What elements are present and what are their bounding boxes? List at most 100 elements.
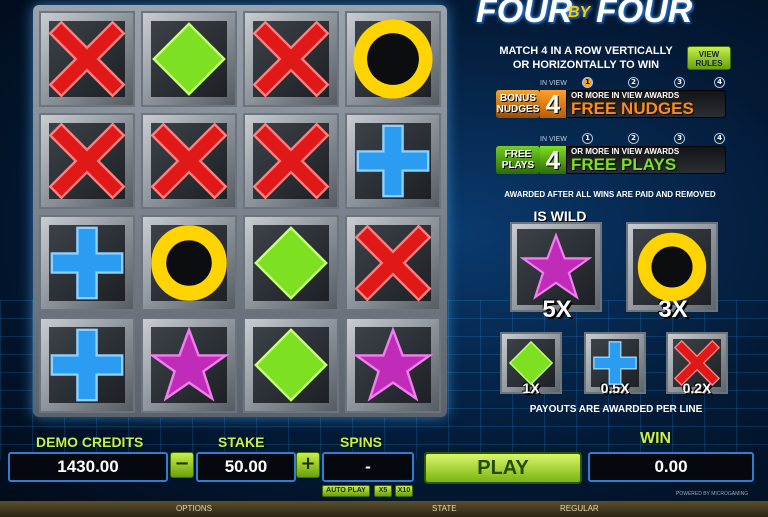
stake-increase-button[interactable]: + <box>296 452 320 478</box>
stake-label: STAKE <box>218 434 265 450</box>
spins-label: SPINS <box>340 434 383 450</box>
badge-line-1: BONUS <box>499 93 537 104</box>
stake-decrease-button[interactable]: − <box>170 452 194 478</box>
view-rules-button[interactable]: VIEW RULES <box>687 46 731 70</box>
nudges-count: 4 <box>540 90 566 118</box>
position-dot-1: 1 <box>582 133 593 144</box>
paytable-diamond <box>500 332 562 394</box>
view-rules-line-1: VIEW <box>698 50 720 59</box>
badge-line-2: NUDGES <box>496 104 540 115</box>
reel-cell-x <box>345 215 441 311</box>
x-icon <box>252 20 330 98</box>
position-dot-2: 2 <box>628 133 639 144</box>
position-indicators: 1 2 3 4 <box>582 77 726 89</box>
diamond-icon <box>152 22 226 96</box>
position-dot-3: 3 <box>674 77 685 88</box>
reel-cell-x <box>243 11 339 107</box>
plus-icon <box>50 328 124 402</box>
ring-icon <box>151 225 227 301</box>
state-label: STATE <box>432 504 457 513</box>
position-dot-4: 4 <box>714 77 725 88</box>
win-label: WIN <box>640 430 672 447</box>
reel-cell-star <box>345 317 441 413</box>
win-value: 0.00 <box>588 452 754 482</box>
reel-cell-plus <box>345 113 441 209</box>
play-button[interactable]: PLAY <box>424 452 582 484</box>
badge-line-1: FREE <box>504 149 532 160</box>
nudges-big-text: FREE NUDGES <box>571 99 694 118</box>
x-icon <box>48 122 126 200</box>
reel-cell-x <box>141 113 237 209</box>
paytable-plus <box>584 332 646 394</box>
logo-word-1: FOUR <box>476 0 573 30</box>
autoplay-button[interactable]: AUTO PLAY <box>322 485 370 497</box>
diamond-icon <box>508 340 554 386</box>
payouts-per-line-note: PAYOUTS ARE AWARDED PER LINE <box>529 404 703 415</box>
rules-line-1: MATCH 4 IN A ROW VERTICALLY <box>499 45 673 57</box>
reel-cell-plus <box>39 317 135 413</box>
demo-credits-value: 1430.00 <box>8 452 168 482</box>
reel-cell-diamond <box>243 215 339 311</box>
x-icon <box>354 224 432 302</box>
star-icon <box>149 326 229 402</box>
free-plays-band: OR MORE IN VIEW AWARDS FREE PLAYS <box>566 146 726 174</box>
free-plays-award: IN VIEW 1 2 3 4 FREE PLAYS 4 OR MORE IN … <box>496 133 728 176</box>
reel-cell-star <box>141 317 237 413</box>
star-icon <box>520 232 592 300</box>
star-icon <box>353 326 433 402</box>
in-view-label: IN VIEW <box>540 136 567 143</box>
rules-line-2: OR HORIZONTALLY TO WIN <box>512 59 660 71</box>
nudges-band: OR MORE IN VIEW AWARDS FREE NUDGES <box>566 90 726 118</box>
plus-icon <box>593 341 637 385</box>
plus-icon <box>50 226 124 300</box>
spins-value[interactable]: - <box>322 452 414 482</box>
autoplay-x5-button[interactable]: X5 <box>374 485 392 497</box>
x-icon <box>673 339 721 387</box>
free-plays-badge: FREE PLAYS <box>496 146 540 174</box>
bonus-nudges-symbol: BONUS NUDGES <box>350 16 436 102</box>
paytable-star <box>510 222 602 312</box>
reel-cell-bonus: BONUS NUDGES <box>345 11 441 107</box>
rules-text: MATCH 4 IN A ROW VERTICALLY OR HORIZONTA… <box>486 44 686 72</box>
ring-icon <box>637 232 707 302</box>
plus-icon <box>356 124 430 198</box>
game-logo: FOUR BY FOUR <box>476 0 756 34</box>
position-dot-2: 2 <box>628 77 639 88</box>
demo-credits-label: DEMO CREDITS <box>36 434 144 450</box>
position-indicators: 1 2 3 4 <box>582 133 726 145</box>
logo-word-3: FOUR <box>596 0 693 30</box>
x-icon <box>48 20 126 98</box>
diamond-icon <box>254 226 328 300</box>
options-menu[interactable]: OPTIONS <box>176 504 212 513</box>
x-icon <box>150 122 228 200</box>
paytable-x <box>666 332 728 394</box>
reel-cell-x <box>39 11 135 107</box>
free-plays-big-text: FREE PLAYS <box>571 155 677 174</box>
position-dot-1: 1 <box>582 77 593 88</box>
stake-value: 50.00 <box>196 452 296 482</box>
in-view-label: IN VIEW <box>540 80 567 87</box>
reel-cell-x <box>39 113 135 209</box>
position-dot-4: 4 <box>714 133 725 144</box>
reel-cell-plus <box>39 215 135 311</box>
powered-by-text: POWERED BY MICROGAMING <box>676 491 749 497</box>
reel-cell-diamond <box>243 317 339 413</box>
autoplay-x10-button[interactable]: X10 <box>395 485 413 497</box>
reel-cell-ring <box>141 215 237 311</box>
badge-line-2: PLAYS <box>501 160 535 171</box>
status-bar: OPTIONS STATE REGULAR <box>0 501 768 517</box>
mode-label: REGULAR <box>560 504 599 513</box>
free-nudges-award: IN VIEW 1 2 3 4 BONUS NUDGES 4 OR MORE I… <box>496 77 728 120</box>
bonus-nudges-badge: BONUS NUDGES <box>496 90 540 118</box>
reel-cell-x <box>243 113 339 209</box>
diamond-icon <box>254 328 328 402</box>
x-icon <box>252 122 330 200</box>
logo-word-2: BY <box>568 4 591 21</box>
reel-frame: BONUS NUDGES <box>33 5 447 417</box>
ring-icon <box>353 19 433 99</box>
paytable-ring <box>626 222 718 312</box>
awarded-note: AWARDED AFTER ALL WINS ARE PAID AND REMO… <box>504 190 716 199</box>
view-rules-line-2: RULES <box>695 59 723 68</box>
free-plays-count: 4 <box>540 146 566 174</box>
reel-grid: BONUS NUDGES <box>39 11 441 413</box>
